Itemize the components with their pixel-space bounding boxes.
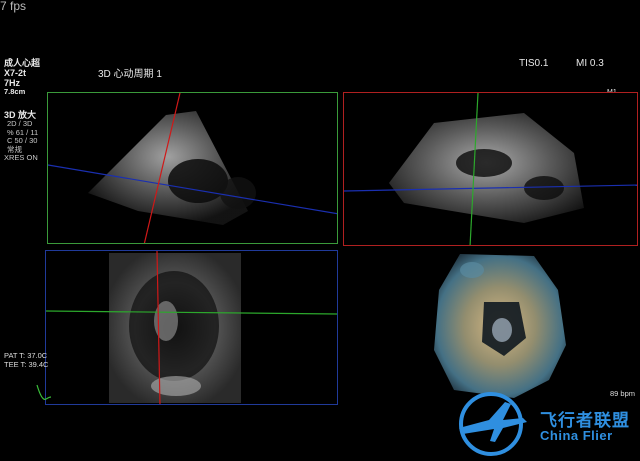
probe-temp: TEE T: 39.4C bbox=[4, 360, 49, 369]
depth: 7.8cm bbox=[4, 87, 26, 96]
view-plane-a[interactable] bbox=[47, 92, 338, 244]
watermark-text-en: China Flier bbox=[540, 428, 613, 443]
ecg-trace-icon bbox=[36, 384, 52, 400]
exam-preset: 成人心超 bbox=[4, 58, 41, 68]
mode-label: 3D 心动周期 1 bbox=[98, 69, 162, 80]
watermark-logo: 飞行者联盟 China Flier bbox=[445, 388, 640, 458]
volume-render-image bbox=[434, 254, 566, 398]
frame-rate-readout: 7 fps bbox=[0, 0, 27, 13]
sector-image-b bbox=[344, 93, 637, 245]
zoom-params: 3D 放大 2D / 3D % 61 / 11 C 50 / 30 常规 XRE… bbox=[4, 110, 38, 163]
view-plane-b[interactable] bbox=[343, 92, 638, 246]
cross-section-image-c bbox=[46, 251, 337, 404]
tis-readout: TIS0.1 bbox=[519, 58, 549, 69]
airplane-logo-icon bbox=[459, 392, 527, 456]
volume-render-3d[interactable] bbox=[344, 250, 638, 405]
probe-name: X7-2t bbox=[4, 68, 27, 78]
sector-image-a bbox=[48, 93, 337, 243]
view-plane-c[interactable] bbox=[45, 250, 338, 405]
param-line: XRES ON bbox=[4, 153, 38, 162]
mi-readout: MI 0.3 bbox=[576, 58, 604, 69]
acquisition-params: 成人心超 X7-2t 7Hz 7.8cm bbox=[4, 58, 40, 97]
